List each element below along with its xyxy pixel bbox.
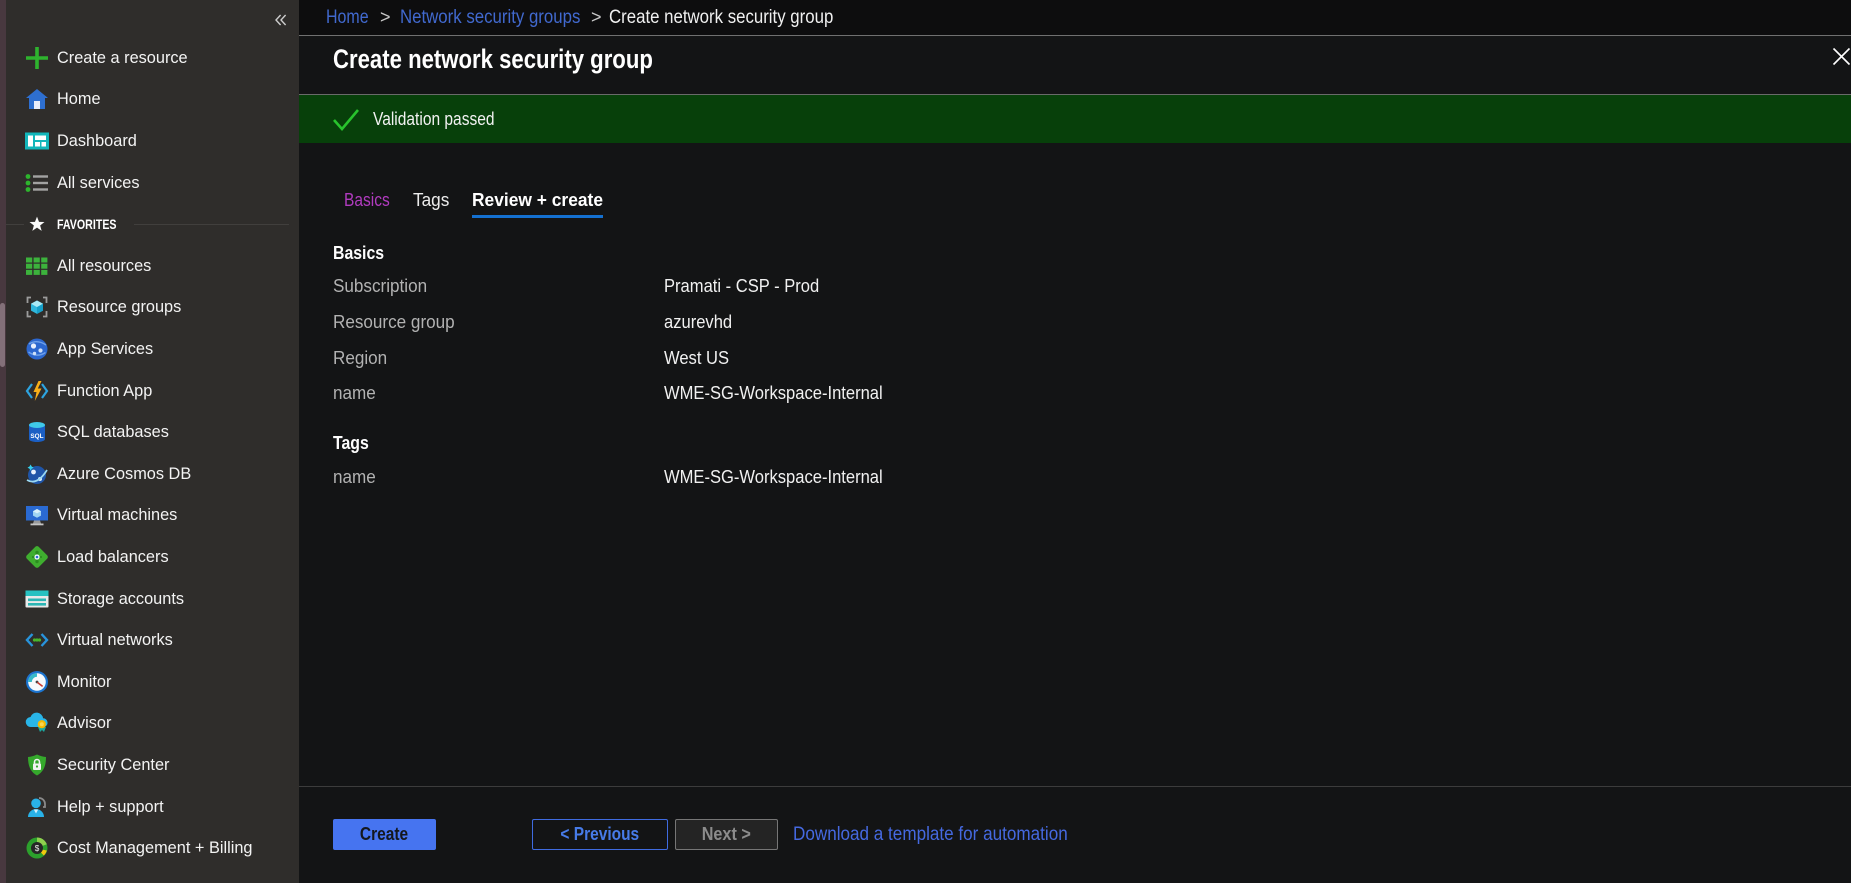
svg-text:SQL: SQL <box>30 433 43 440</box>
svg-text:$: $ <box>35 844 40 853</box>
